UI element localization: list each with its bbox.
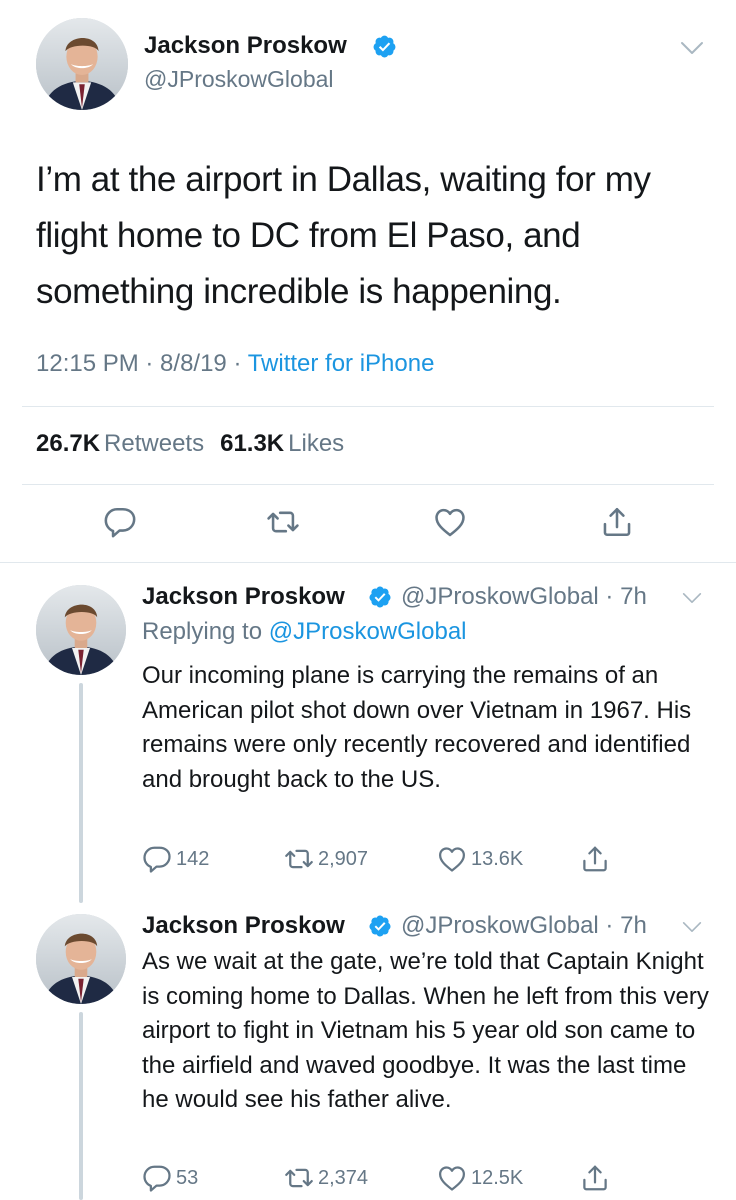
tweet-source-link[interactable]: Twitter for iPhone xyxy=(248,350,435,377)
tweet-timestamp: 12:15 PM · 8/8/19 · Twitter for iPhone xyxy=(36,350,434,378)
like-count[interactable]: 61.3K xyxy=(220,430,284,457)
like-button[interactable] xyxy=(433,505,467,539)
retweet-button[interactable]: 2,374 xyxy=(284,1163,368,1193)
reply-icon xyxy=(142,1163,172,1193)
thread-line xyxy=(79,1012,83,1200)
avatar[interactable] xyxy=(36,914,126,1004)
retweet-count: 2,907 xyxy=(318,847,369,870)
thread-line xyxy=(79,683,83,903)
avatar[interactable] xyxy=(36,18,128,110)
author-handle[interactable]: @JProskowGlobal · 7h xyxy=(401,912,647,940)
verified-badge-icon xyxy=(372,34,397,59)
author-name[interactable]: Jackson Proskow xyxy=(142,583,345,611)
heart-icon xyxy=(437,844,467,874)
author-name[interactable]: Jackson Proskow xyxy=(144,32,347,60)
reply-button[interactable] xyxy=(103,505,137,539)
retweet-label[interactable]: Retweets xyxy=(104,430,204,457)
like-button[interactable]: 13.6K xyxy=(437,844,523,874)
divider xyxy=(22,406,714,407)
retweet-icon xyxy=(284,844,314,874)
reply-count: 142 xyxy=(176,847,210,870)
tweet-text: I’m at the airport in Dallas, waiting fo… xyxy=(36,160,651,311)
retweet-icon xyxy=(266,505,300,539)
tweet-text: Our incoming plane is carrying the remai… xyxy=(142,662,692,793)
reply-button[interactable]: 142 xyxy=(142,844,209,874)
like-label[interactable]: Likes xyxy=(288,430,344,457)
chevron-down-icon[interactable] xyxy=(682,591,702,605)
verified-badge-icon xyxy=(368,585,392,609)
tweet-time: 12:15 PM · 8/8/19 · xyxy=(36,350,248,377)
like-count: 12.5K xyxy=(471,1166,524,1189)
reply-icon xyxy=(142,844,172,874)
retweet-button[interactable] xyxy=(266,505,300,539)
retweet-count[interactable]: 26.7K xyxy=(36,430,100,457)
heart-icon xyxy=(437,1163,467,1193)
reply-button[interactable]: 53 xyxy=(142,1163,198,1193)
replying-prefix: Replying to xyxy=(142,618,269,645)
share-button[interactable] xyxy=(580,1163,610,1193)
heart-icon xyxy=(433,505,467,539)
share-icon xyxy=(580,1163,610,1193)
retweet-icon xyxy=(284,1163,314,1193)
chevron-down-icon[interactable] xyxy=(682,920,702,934)
tweet-stats: 26.7K Retweets 61.3K Likes xyxy=(36,430,344,458)
replying-to-link[interactable]: @JProskowGlobal xyxy=(269,618,467,645)
author-handle[interactable]: @JProskowGlobal · 7h xyxy=(401,583,647,611)
share-icon xyxy=(600,505,634,539)
reply-count: 53 xyxy=(176,1166,199,1189)
author-name[interactable]: Jackson Proskow xyxy=(142,912,345,940)
main-tweet: Jackson Proskow @JProskowGlobal I’m at t… xyxy=(0,0,736,562)
replying-to: Replying to @JProskowGlobal xyxy=(142,618,467,646)
like-button[interactable]: 12.5K xyxy=(437,1163,523,1193)
retweet-count: 2,374 xyxy=(318,1166,369,1189)
share-icon xyxy=(580,844,610,874)
author-handle[interactable]: @JProskowGlobal xyxy=(144,66,334,93)
divider xyxy=(0,562,736,563)
tweet-text: As we wait at the gate, we’re told that … xyxy=(142,948,709,1113)
divider xyxy=(22,484,714,485)
like-count: 13.6K xyxy=(471,847,524,870)
avatar[interactable] xyxy=(36,585,126,675)
reply-icon xyxy=(103,505,137,539)
retweet-button[interactable]: 2,907 xyxy=(284,844,368,874)
chevron-down-icon[interactable] xyxy=(680,40,704,56)
share-button[interactable] xyxy=(580,844,610,874)
verified-badge-icon xyxy=(368,914,392,938)
share-button[interactable] xyxy=(600,505,634,539)
